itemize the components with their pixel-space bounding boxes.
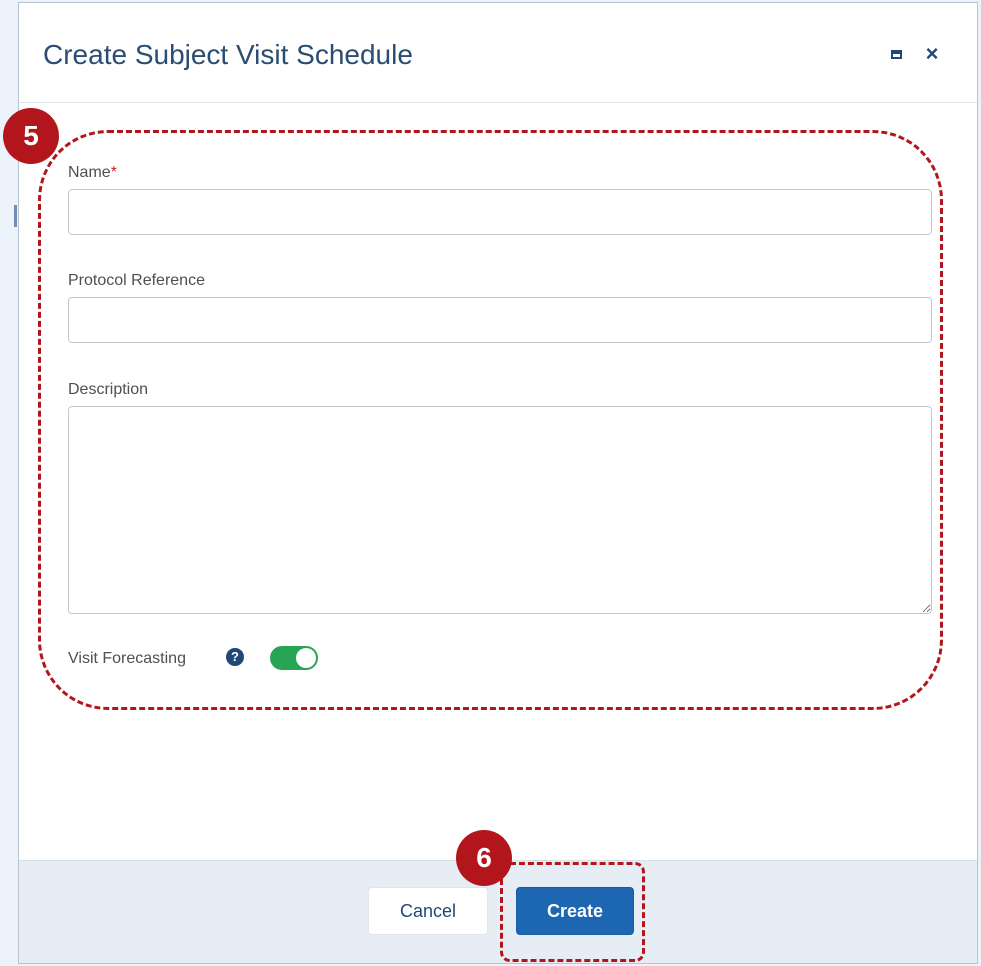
description-textarea[interactable] [68, 406, 932, 614]
description-label: Description [68, 381, 149, 398]
background-edge-marker [14, 205, 17, 227]
step-badge-5: 5 [3, 108, 59, 164]
create-button[interactable]: Create [516, 887, 634, 935]
visit-forecasting-toggle[interactable] [270, 646, 318, 670]
name-label: Name* [68, 163, 117, 183]
window-maximize-icon [890, 49, 902, 59]
required-marker: * [110, 164, 117, 181]
step-badge-6: 6 [456, 830, 512, 886]
toggle-knob [296, 648, 316, 668]
create-visit-schedule-dialog: Create Subject Visit Schedule × Name* Pr… [18, 2, 978, 964]
visit-forecasting-label: Visit Forecasting [68, 650, 186, 667]
protocol-reference-input[interactable] [68, 297, 932, 343]
maximize-button[interactable] [883, 41, 909, 67]
name-input[interactable] [68, 189, 932, 235]
question-circle-icon[interactable]: ? [226, 648, 244, 666]
dialog-header: Create Subject Visit Schedule × [19, 3, 977, 103]
cancel-button[interactable]: Cancel [368, 887, 488, 935]
name-label-text: Name [68, 164, 111, 181]
close-button[interactable]: × [919, 41, 945, 67]
dialog-title: Create Subject Visit Schedule [43, 39, 413, 70]
protocol-reference-label: Protocol Reference [68, 272, 205, 289]
close-icon: × [925, 41, 939, 66]
